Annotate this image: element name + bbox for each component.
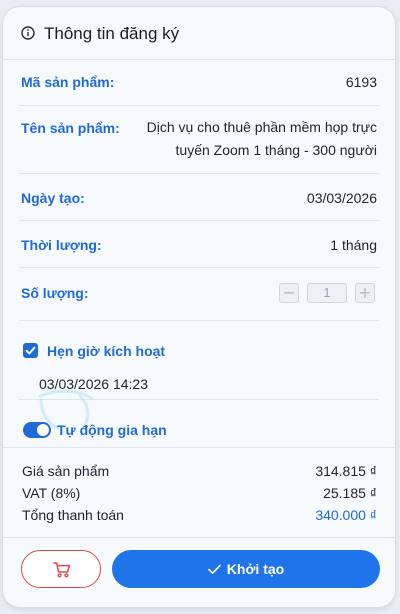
vat-value: 25.185 ₫ [323, 485, 377, 501]
card-header: Thông tin đăng ký [3, 7, 395, 60]
schedule-activation-label[interactable]: Hẹn giờ kích hoạt [47, 343, 165, 359]
product-code-value: 6193 [345, 74, 377, 90]
quantity-decrement-button[interactable]: − [279, 283, 299, 303]
duration-row: Thời lượng: 1 tháng [19, 220, 379, 268]
product-name-line-1: Dịch vụ cho thuê phần mềm họp trực [146, 119, 377, 135]
card-title: Thông tin đăng ký [44, 24, 180, 43]
created-date-row: Ngày tạo: 03/03/2026 [19, 173, 379, 221]
info-circle-icon [21, 26, 35, 40]
quantity-increment-button[interactable]: + [355, 283, 375, 303]
quantity-stepper: − 1 + [279, 283, 375, 303]
auto-renew-label[interactable]: Tự động gia hạn [57, 422, 167, 438]
duration-value: 1 tháng [330, 237, 377, 253]
total-label: Tổng thanh toán [22, 507, 124, 523]
shopping-cart-icon [53, 562, 71, 578]
quantity-input[interactable]: 1 [307, 283, 347, 303]
duration-label: Thời lượng: [21, 237, 102, 253]
schedule-activation-checkbox[interactable] [23, 343, 38, 358]
total-value: 340.000 ₫ [315, 507, 377, 523]
actions-divider [3, 537, 395, 538]
registration-info-card: Thông tin đăng ký Mã sản phẩm: 6193 Tên … [2, 6, 396, 608]
product-name-line-2: tuyến Zoom 1 tháng - 300 người [175, 142, 377, 158]
price-value: 314.815 ₫ [315, 463, 377, 479]
quantity-label: Số lượng: [21, 285, 89, 301]
product-name-row: Tên sản phẩm: Dịch vụ cho thuê phần mềm … [19, 105, 379, 174]
vat-label: VAT (8%) [22, 485, 81, 501]
check-icon [207, 564, 221, 574]
summary-divider [3, 447, 395, 448]
created-date-value: 03/03/2026 [306, 190, 377, 206]
toggle-knob [37, 424, 49, 436]
create-button-content: Khởi tạo [112, 561, 380, 577]
checkmark-icon [25, 346, 36, 355]
product-name-label: Tên sản phẩm: [21, 120, 120, 136]
created-date-label: Ngày tạo: [21, 190, 85, 206]
price-label: Giá sản phẩm [22, 463, 110, 479]
product-name-value: Dịch vụ cho thuê phần mềm họp trực tuyến… [137, 116, 377, 162]
create-button[interactable]: Khởi tạo [112, 550, 380, 588]
auto-renew-toggle[interactable] [23, 422, 51, 438]
create-button-label: Khởi tạo [226, 561, 285, 577]
quantity-row: Số lượng: − 1 + [19, 267, 379, 321]
product-code-row: Mã sản phẩm: 6193 [19, 59, 379, 106]
product-code-label: Mã sản phẩm: [21, 74, 115, 90]
add-to-cart-button[interactable] [21, 550, 101, 588]
